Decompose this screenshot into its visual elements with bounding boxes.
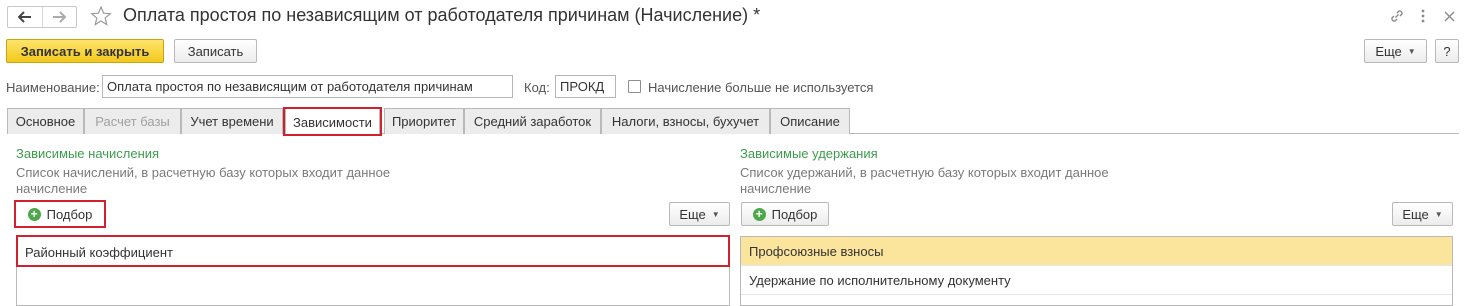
list-item[interactable]: Удержание по исполнительному документу	[741, 266, 1452, 295]
tab-time-tracking[interactable]: Учет времени	[181, 108, 283, 134]
name-field[interactable]: Оплата простоя по независящим от работод…	[102, 75, 513, 98]
more-label: Еще	[1402, 206, 1429, 222]
dependent-deductions-description: Список удержаний, в расчетную базу котор…	[740, 165, 1109, 197]
pick-label: Подбор	[46, 206, 93, 222]
tab-main[interactable]: Основное	[7, 108, 84, 134]
description-line: начисление	[740, 181, 812, 196]
tab-average-earnings[interactable]: Средний заработок	[464, 108, 601, 134]
chevron-down-icon: ▼	[1407, 46, 1416, 56]
kebab-menu-button[interactable]	[1414, 7, 1432, 25]
accruals-more-button[interactable]: Еще ▼	[669, 202, 730, 226]
plus-circle-icon: +	[752, 207, 766, 221]
unused-checkbox-label: Начисление больше не используется	[648, 80, 874, 95]
tab-priority[interactable]: Приоритет	[384, 108, 464, 134]
kebab-menu-icon	[1421, 9, 1425, 23]
deductions-more-button[interactable]: Еще ▼	[1392, 202, 1453, 226]
description-line: Список удержаний, в расчетную базу котор…	[740, 165, 1109, 180]
list-item-label: Профсоюзные взносы	[749, 243, 884, 259]
tab-dependencies-highlight	[283, 107, 382, 136]
favorite-button[interactable]	[90, 5, 112, 27]
plus-circle-icon: +	[27, 207, 41, 221]
name-label: Наименование:	[6, 80, 100, 95]
list-item-label: Удержание по исполнительному документу	[749, 272, 1011, 288]
arrow-left-icon	[17, 11, 31, 23]
code-field[interactable]: ПРОКД	[555, 75, 616, 98]
tab-taxes[interactable]: Налоги, взносы, бухучет	[601, 108, 770, 134]
arrow-right-icon	[53, 11, 67, 23]
dependent-deductions-title: Зависимые удержания	[740, 146, 878, 161]
pick-label: Подбор	[771, 206, 818, 222]
chevron-down-icon: ▼	[1434, 209, 1443, 219]
star-icon	[90, 5, 112, 26]
pick-deductions-button[interactable]: + Подбор	[741, 202, 829, 226]
save-button[interactable]: Записать	[174, 39, 257, 63]
dependent-accruals-description: Список начислений, в расчетную базу кото…	[16, 165, 390, 197]
accrual-row-highlight	[16, 235, 730, 267]
back-button[interactable]	[8, 7, 42, 27]
more-label: Еще	[679, 206, 706, 222]
description-line: начисление	[16, 181, 88, 196]
close-icon	[1444, 11, 1454, 21]
tab-base-calculation[interactable]: Расчет базы	[84, 108, 181, 134]
help-button[interactable]: ?	[1435, 39, 1459, 63]
close-button[interactable]	[1440, 7, 1458, 25]
pick-accruals-button[interactable]: + Подбор	[17, 203, 103, 225]
description-line: Список начислений, в расчетную базу кото…	[16, 165, 391, 180]
code-label: Код:	[524, 80, 550, 95]
dependent-deductions-list[interactable]: Профсоюзные взносы Удержание по исполнит…	[740, 236, 1453, 306]
more-label: Еще	[1375, 43, 1402, 59]
chevron-down-icon: ▼	[711, 209, 720, 219]
history-nav	[7, 6, 77, 28]
forward-button[interactable]	[41, 7, 77, 27]
tab-description[interactable]: Описание	[770, 108, 850, 134]
link-icon	[1391, 10, 1403, 22]
window-title: Оплата простоя по независящим от работод…	[123, 5, 761, 25]
unused-checkbox[interactable]	[628, 80, 641, 93]
dependent-accruals-title: Зависимые начисления	[16, 146, 160, 161]
more-button[interactable]: Еще ▼	[1364, 39, 1427, 63]
list-item[interactable]: Профсоюзные взносы	[741, 237, 1452, 266]
save-and-close-button[interactable]: Записать и закрыть	[6, 39, 164, 63]
link-button[interactable]	[1388, 7, 1406, 25]
